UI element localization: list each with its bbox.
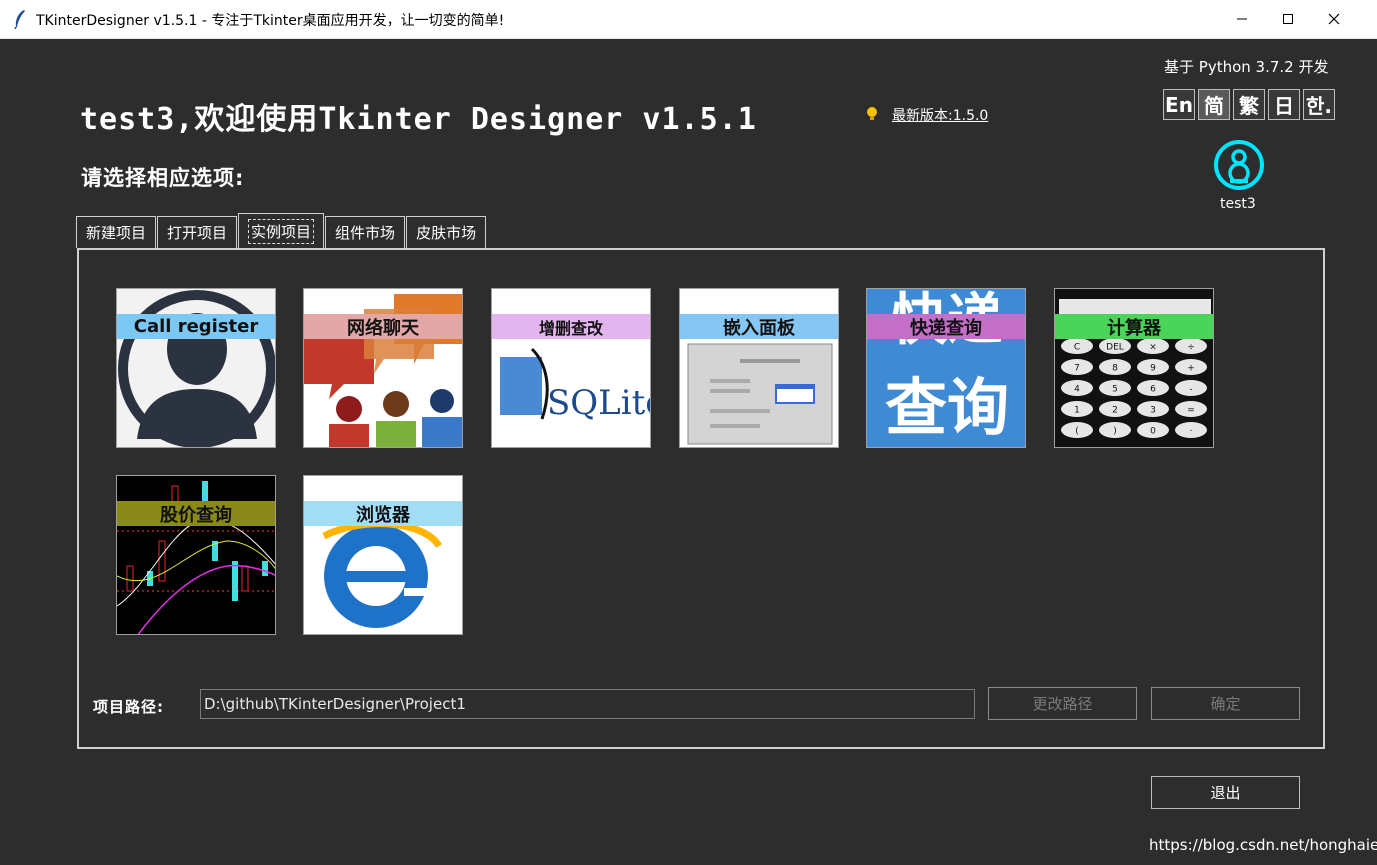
calc-key: ) — [1099, 422, 1131, 438]
tab-example-projects[interactable]: 实例项目 — [238, 213, 325, 248]
svg-text:÷: ÷ — [1187, 343, 1195, 353]
tab-new-project[interactable]: 新建项目 — [76, 216, 157, 248]
tab-open-project[interactable]: 打开项目 — [157, 216, 238, 248]
calc-key: - — [1175, 380, 1207, 396]
latest-version-link[interactable]: 最新版本:1.5.0 — [892, 105, 988, 125]
lang-ja-button[interactable]: 日 — [1268, 89, 1300, 120]
example-crud[interactable]: SQLite 增删查改 — [491, 288, 651, 448]
tab-label: 组件市场 — [335, 224, 396, 242]
calc-key: C — [1061, 338, 1093, 354]
example-stock-query[interactable]: 股价查询 — [116, 475, 276, 635]
calc-key: 6 — [1137, 380, 1169, 396]
lang-ko-button[interactable]: 한. — [1303, 89, 1335, 120]
example-label: 浏览器 — [304, 501, 462, 526]
calc-key: DEL — [1099, 338, 1131, 354]
svg-text:8: 8 — [1112, 364, 1118, 374]
lang-en-button[interactable]: En — [1163, 89, 1195, 120]
calc-key: 2 — [1099, 401, 1131, 417]
calc-key: · — [1175, 422, 1207, 438]
calc-key: 1 — [1061, 401, 1093, 417]
maximize-icon — [1283, 14, 1293, 24]
window-title-bar: TKinterDesigner v1.5.1 - 专注于Tkinter桌面应用开… — [0, 0, 1377, 39]
calc-key: 3 — [1137, 401, 1169, 417]
svg-text:4: 4 — [1074, 385, 1080, 395]
svg-text:): ) — [1113, 427, 1117, 437]
calc-key: 7 — [1061, 359, 1093, 375]
person-silhouette-icon — [118, 290, 275, 447]
tab-label: 新建项目 — [86, 224, 147, 242]
confirm-button[interactable]: 确定 — [1151, 687, 1300, 720]
tab-label: 实例项目 — [248, 218, 315, 244]
lang-zh-traditional-button[interactable]: 繁 — [1233, 89, 1265, 120]
example-label: 增删查改 — [492, 314, 650, 339]
svg-text:DEL: DEL — [1106, 343, 1124, 353]
example-label: 快递查询 — [867, 314, 1025, 339]
svg-text:1: 1 — [1074, 406, 1080, 416]
username-label: test3 — [1220, 196, 1256, 212]
kuaidi-bottom-text: 查询 — [885, 371, 1009, 444]
example-call-register[interactable]: Call register — [116, 288, 276, 448]
project-path-label: 项目路径: — [93, 698, 164, 716]
tab-skin-market[interactable]: 皮肤市场 — [406, 216, 487, 248]
tab-component-market[interactable]: 组件市场 — [325, 216, 406, 248]
close-button[interactable] — [1311, 0, 1357, 38]
sqlite-logo-icon: SQLite — [500, 347, 651, 423]
calc-key: ÷ — [1175, 338, 1207, 354]
svg-text:5: 5 — [1112, 385, 1118, 395]
minimize-icon — [1237, 18, 1247, 20]
svg-text:7: 7 — [1074, 364, 1080, 374]
calc-key: × — [1137, 338, 1169, 354]
choose-option-heading: 请选择相应选项: — [81, 166, 245, 190]
calc-key: 8 — [1099, 359, 1131, 375]
tab-bar: 新建项目 打开项目 实例项目 组件市场 皮肤市场 — [76, 213, 487, 248]
svg-text:=: = — [1187, 406, 1195, 416]
language-switcher: En 简 繁 日 한. — [1163, 89, 1335, 120]
calc-key: 9 — [1137, 359, 1169, 375]
tab-label: 打开项目 — [167, 224, 228, 242]
example-label: Call register — [117, 314, 275, 339]
window-title: TKinterDesigner v1.5.1 - 专注于Tkinter桌面应用开… — [36, 13, 505, 29]
lightbulb-icon — [867, 107, 877, 120]
sqlite-text: SQLite — [547, 383, 651, 423]
calc-key: 4 — [1061, 380, 1093, 396]
example-express-query[interactable]: 快递 查询 快递查询 — [866, 288, 1026, 448]
welcome-title: test3,欢迎使用Tkinter Designer v1.5.1 — [80, 102, 757, 137]
calc-key: = — [1175, 401, 1207, 417]
example-label: 计算器 — [1055, 314, 1213, 339]
lang-zh-simplified-button[interactable]: 简 — [1198, 89, 1230, 120]
svg-text:·: · — [1190, 427, 1193, 437]
svg-text:(: ( — [1075, 427, 1079, 437]
svg-text:3: 3 — [1150, 406, 1156, 416]
example-browser[interactable]: 浏览器 — [303, 475, 463, 635]
watermark-text: https://blog.csdn.net/honghaier — [1149, 836, 1377, 854]
calc-key: ( — [1061, 422, 1093, 438]
svg-text:-: - — [1189, 385, 1192, 395]
minimize-button[interactable] — [1219, 0, 1265, 38]
svg-text:9: 9 — [1150, 364, 1156, 374]
calc-key: 5 — [1099, 380, 1131, 396]
tk-feather-icon — [14, 10, 25, 29]
example-label: 网络聊天 — [304, 314, 462, 339]
maximize-button[interactable] — [1265, 0, 1311, 38]
calc-key: 0 — [1137, 422, 1169, 438]
close-icon — [1328, 13, 1340, 25]
svg-text:×: × — [1149, 343, 1157, 353]
svg-text:6: 6 — [1150, 385, 1156, 395]
project-path-input[interactable]: D:\github\TKinterDesigner\Project1 — [200, 689, 975, 719]
svg-text:0: 0 — [1150, 427, 1156, 437]
user-avatar-icon[interactable] — [1213, 139, 1265, 191]
python-base-label: 基于 Python 3.7.2 开发 — [1164, 58, 1329, 76]
tab-label: 皮肤市场 — [416, 224, 477, 242]
example-network-chat[interactable]: 网络聊天 — [303, 288, 463, 448]
example-label: 股价查询 — [117, 501, 275, 526]
change-path-button[interactable]: 更改路径 — [988, 687, 1137, 720]
calc-key: + — [1175, 359, 1207, 375]
svg-text:2: 2 — [1112, 406, 1118, 416]
svg-text:+: + — [1187, 364, 1195, 374]
example-label: 嵌入面板 — [680, 314, 838, 339]
example-embedded-panel[interactable]: 嵌入面板 — [679, 288, 839, 448]
example-calculator[interactable]: C DEL × ÷ 7 8 9 +4 5 6 - 1 2 3 = () 0 · 计算器 — [1054, 288, 1214, 448]
svg-text:C: C — [1074, 343, 1080, 353]
exit-button[interactable]: 退出 — [1151, 776, 1300, 809]
